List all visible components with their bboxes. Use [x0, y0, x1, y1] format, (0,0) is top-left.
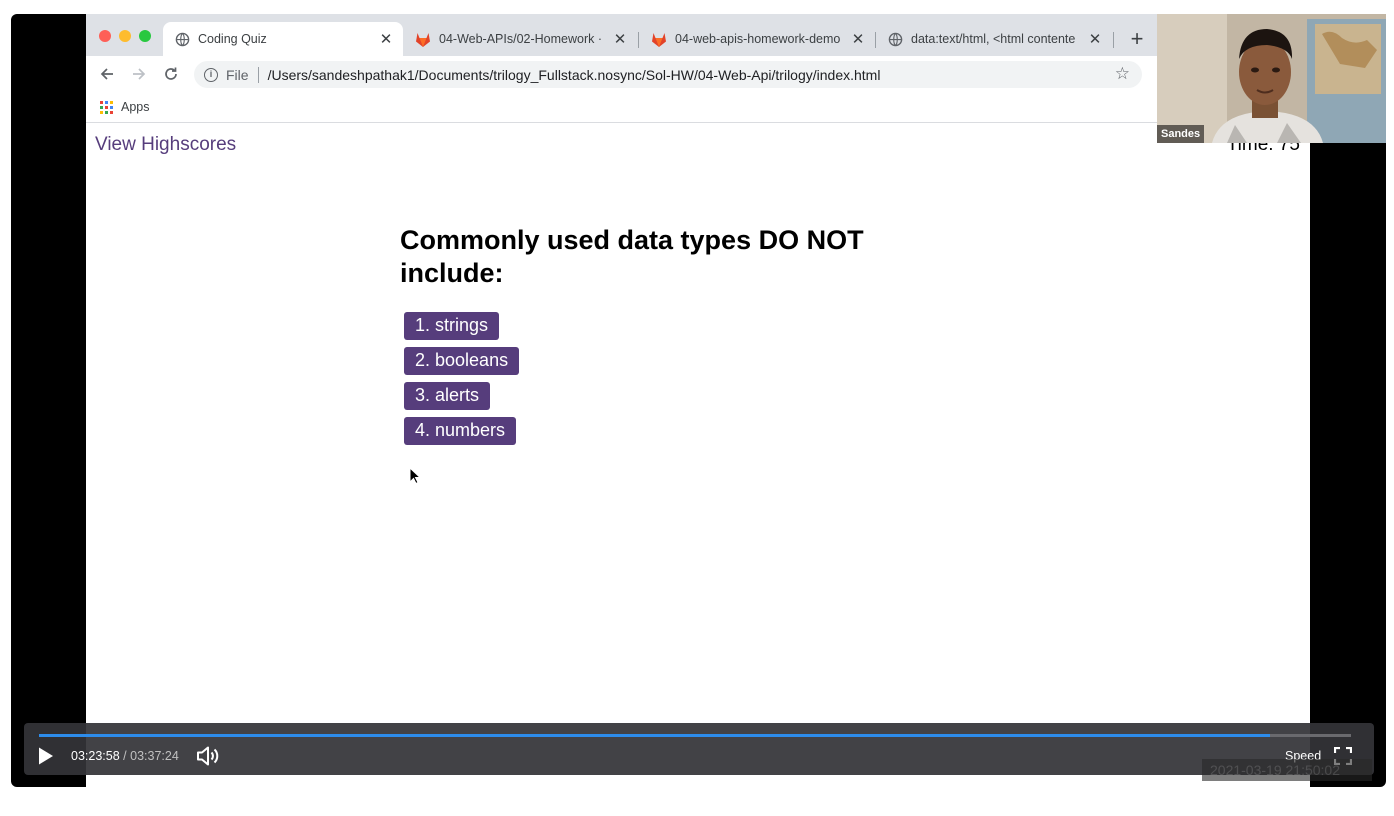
globe-icon — [888, 32, 903, 46]
gitlab-icon — [652, 32, 666, 47]
divider — [257, 66, 259, 83]
recorded-screen: Coding Quiz ✕ 04-Web-APIs/02-Homework · … — [86, 14, 1310, 787]
close-window-button[interactable] — [99, 30, 111, 42]
choices-list: 1. strings 2. booleans 3. alerts 4. numb… — [404, 312, 520, 452]
tab-title: 04-web-apis-homework-demo — [675, 32, 841, 46]
quiz-page: View Highscores Time: 75 Commonly used d… — [86, 124, 1310, 787]
participant-name: Sandes — [1157, 125, 1205, 143]
maximize-window-button[interactable] — [139, 30, 151, 42]
forward-arrow-icon — [133, 68, 146, 80]
view-highscores-link[interactable]: View Highscores — [95, 134, 236, 156]
tab-data-text-html[interactable]: data:text/html, <html contente ✕ — [876, 22, 1112, 56]
presenter-video — [1157, 14, 1386, 143]
close-tab-icon[interactable]: ✕ — [611, 30, 629, 48]
bookmarks-bar: Apps — [86, 92, 1310, 123]
webcam-overlay: Sandes — [1157, 14, 1386, 143]
time-display: 03:23:58 / 03:37:24 — [71, 749, 179, 763]
back-arrow-icon — [100, 68, 113, 80]
choice-button[interactable]: 3. alerts — [404, 382, 491, 410]
choice-button[interactable]: 4. numbers — [404, 417, 517, 445]
file-label: File — [226, 66, 249, 83]
close-tab-icon[interactable]: ✕ — [377, 30, 395, 48]
timestamp-watermark: 2021-03-19 21:50:02 — [1202, 759, 1372, 781]
url-text: /Users/sandeshpathak1/Documents/trilogy_… — [267, 66, 881, 83]
close-tab-icon[interactable]: ✕ — [1086, 30, 1104, 48]
back-button[interactable] — [96, 63, 118, 85]
tab-title: 04-Web-APIs/02-Homework · — [439, 32, 603, 46]
video-controls: 03:23:58 / 03:37:24 Speed — [24, 723, 1374, 775]
play-button[interactable] — [36, 746, 56, 766]
globe-icon — [175, 32, 190, 46]
apps-bookmark[interactable]: Apps — [100, 100, 150, 114]
apps-label: Apps — [121, 100, 150, 114]
tab-coding-quiz[interactable]: Coding Quiz ✕ — [163, 22, 403, 56]
tab-title: data:text/html, <html contente — [911, 32, 1076, 46]
question-title: Commonly used data types DO NOT include: — [400, 225, 864, 288]
tab-separator — [1113, 32, 1114, 48]
choice-button[interactable]: 1. strings — [404, 312, 500, 340]
close-tab-icon[interactable]: ✕ — [849, 30, 867, 48]
minimize-window-button[interactable] — [119, 30, 131, 42]
info-icon[interactable]: i — [204, 67, 218, 82]
progress-bar[interactable] — [39, 734, 1351, 737]
tab-title: Coding Quiz — [198, 32, 267, 46]
apps-grid-icon — [100, 100, 113, 114]
gitlab-icon — [416, 32, 430, 47]
progress-fill — [39, 734, 1270, 737]
current-time: 03:23:58 — [71, 749, 120, 763]
volume-icon[interactable] — [196, 745, 220, 767]
browser-tab-strip: Coding Quiz ✕ 04-Web-APIs/02-Homework · … — [86, 14, 1310, 56]
bookmark-star-icon[interactable]: ☆ — [1115, 64, 1130, 84]
choice-button[interactable]: 2. booleans — [404, 347, 520, 375]
tab-web-apis-homework-demo[interactable]: 04-web-apis-homework-demo ✕ — [639, 22, 875, 56]
mouse-cursor-icon — [409, 467, 421, 485]
new-tab-button[interactable]: + — [1126, 26, 1148, 52]
tab-web-apis-homework[interactable]: 04-Web-APIs/02-Homework · ✕ — [403, 22, 637, 56]
total-time: 03:37:24 — [130, 749, 179, 763]
browser-toolbar: i File /Users/sandeshpathak1/Documents/t… — [86, 56, 1310, 92]
time-separator: / — [123, 749, 127, 763]
reload-icon — [165, 67, 177, 80]
address-bar[interactable]: i File /Users/sandeshpathak1/Documents/t… — [194, 61, 1142, 88]
reload-button[interactable] — [160, 63, 182, 85]
forward-button[interactable] — [128, 63, 150, 85]
